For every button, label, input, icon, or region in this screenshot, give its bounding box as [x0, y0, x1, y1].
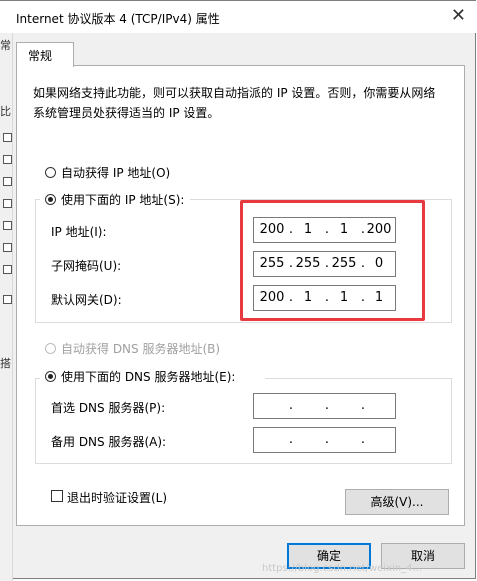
title-bar: Internet 协议版本 4 (TCP/IPv4) 属性 ✕ — [0, 1, 476, 33]
default-gateway-label: 默认网关(D): — [51, 293, 122, 307]
background-checkbox — [3, 265, 12, 274]
close-icon[interactable]: ✕ — [451, 6, 466, 26]
background-checkbox — [3, 177, 12, 186]
window-title: Internet 协议版本 4 (TCP/IPv4) 属性 — [16, 12, 220, 26]
preferred-dns-label: 首选 DNS 服务器(P): — [51, 401, 166, 415]
alternate-dns-input[interactable]: ... — [253, 427, 396, 453]
dns-manual-radio[interactable] — [45, 371, 56, 382]
background-text: 搭 — [0, 357, 11, 370]
tab-general[interactable]: 常规 — [16, 42, 74, 67]
tab-general-label: 常规 — [28, 49, 53, 63]
ip-manual-label[interactable]: 使用下面的 IP 地址(S): — [61, 191, 184, 208]
watermark-text: https://blog.csdn.net/weixin_4... — [262, 563, 423, 574]
ip-octet-separator: . — [324, 398, 330, 413]
ip-octet-separator: . — [288, 432, 294, 447]
ip-octet-separator: . — [360, 398, 366, 413]
dns-auto-label[interactable]: 自动获得 DNS 服务器地址(B) — [61, 340, 220, 357]
dns-manual-label[interactable]: 使用下面的 DNS 服务器地址(E): — [61, 368, 235, 385]
validate-on-exit-checkbox[interactable] — [51, 490, 63, 502]
dns-auto-radio[interactable] — [45, 343, 56, 354]
background-text: 常 — [0, 39, 11, 52]
ip-octet-separator: . — [288, 398, 294, 413]
ip-octet-separator: . — [324, 432, 330, 447]
background-text: 比 — [0, 105, 11, 118]
description-text: 如果网络支持此功能，则可以获取自动指派的 IP 设置。否则，你需要从网络系统管理… — [33, 86, 436, 120]
background-checkbox — [3, 155, 12, 164]
ip-auto-label[interactable]: 自动获得 IP 地址(O) — [61, 164, 170, 181]
background-checkbox — [3, 221, 12, 230]
background-checkbox — [3, 295, 12, 304]
background-checkbox — [3, 133, 12, 142]
ip-manual-radio[interactable] — [45, 194, 56, 205]
ip-octet-separator: . — [360, 432, 366, 447]
alternate-dns-label: 备用 DNS 服务器(A): — [51, 435, 167, 449]
advanced-button[interactable]: 高级(V)... — [345, 489, 449, 515]
preferred-dns-input[interactable]: ... — [253, 393, 396, 419]
background-window-strip: 常 比 搭 — [0, 33, 13, 581]
ip-auto-radio[interactable] — [45, 167, 56, 178]
ipv4-properties-dialog: Internet 协议版本 4 (TCP/IPv4) 属性 ✕ 常 比 搭 常规… — [0, 0, 476, 581]
validate-on-exit-label[interactable]: 退出时验证设置(L) — [67, 489, 167, 506]
highlight-annotation-box — [240, 200, 425, 321]
background-checkbox — [3, 243, 12, 252]
background-checkbox — [3, 199, 12, 208]
subnet-mask-label: 子网掩码(U): — [51, 259, 122, 273]
ip-address-label: IP 地址(I): — [51, 225, 107, 239]
